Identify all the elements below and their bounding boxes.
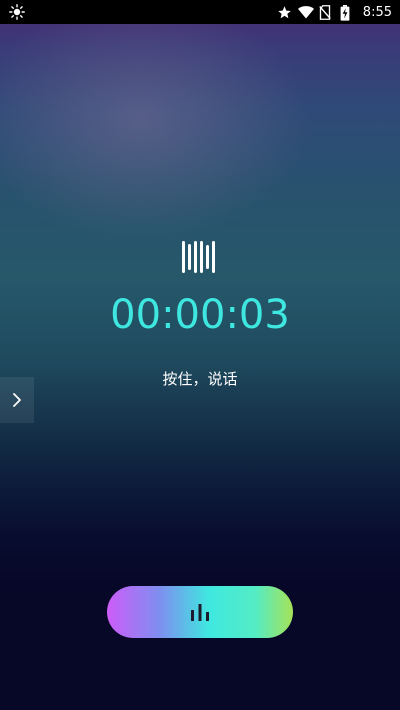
status-bar: 8:55 bbox=[0, 0, 400, 24]
brightness-icon bbox=[9, 4, 25, 20]
recorder-screen: 8:55 00:00:03 按住，说话 bbox=[0, 0, 400, 710]
side-panel-toggle[interactable] bbox=[0, 377, 34, 423]
recording-timer: 00:00:03 bbox=[110, 292, 290, 338]
no-sim-icon bbox=[319, 4, 334, 20]
wifi-icon bbox=[297, 5, 314, 20]
clock: 8:55 bbox=[362, 4, 392, 20]
bar-chart-icon bbox=[191, 604, 209, 621]
recording-indicator-icon bbox=[182, 240, 216, 274]
chevron-right-icon bbox=[13, 393, 21, 407]
battery-charging-icon bbox=[340, 4, 355, 21]
star-icon bbox=[277, 5, 292, 20]
hold-to-record-button[interactable] bbox=[107, 586, 293, 638]
hold-to-talk-hint: 按住，说话 bbox=[162, 370, 238, 388]
